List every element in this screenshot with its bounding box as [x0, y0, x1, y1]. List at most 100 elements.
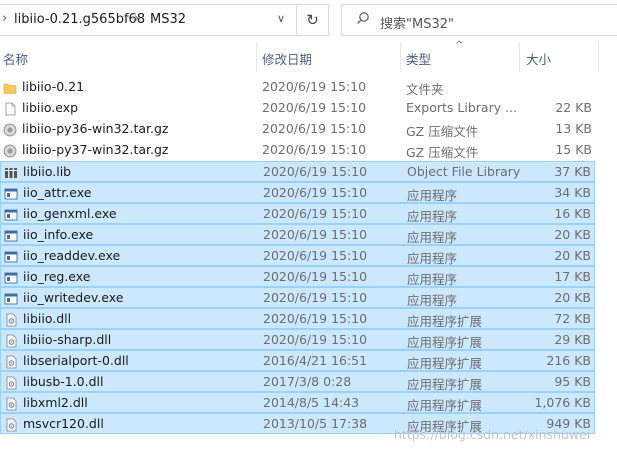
file-row[interactable]: iio_writedev.exe 2020/6/19 15:10 应用程序 20 KB	[0, 287, 595, 308]
file-date: 2020/6/19 15:10	[263, 164, 368, 179]
exe-icon	[4, 291, 18, 305]
file-name: iio_attr.exe	[23, 185, 92, 200]
file-name: libiio.lib	[23, 164, 72, 179]
column-header-size[interactable]: 大小	[526, 49, 551, 68]
chevron-right-icon[interactable]: ›	[134, 11, 139, 26]
column-header-name[interactable]: 名称	[3, 49, 28, 68]
file-row[interactable]: libiio-0.21 2020/6/19 15:10 文件夹	[0, 77, 595, 98]
file-type: 应用程序	[407, 188, 458, 203]
file-name: libiio-0.21	[22, 79, 85, 94]
file-date: 2016/4/21 16:51	[263, 353, 368, 368]
search-box[interactable]: 搜索"MS32"	[341, 4, 617, 36]
file-name: iio_reg.exe	[23, 269, 91, 284]
file-name: libiio-sharp.dll	[23, 332, 112, 347]
dll-icon	[4, 354, 18, 369]
file-row[interactable]: iio_genxml.exe 2020/6/19 15:10 应用程序 16 KB	[0, 203, 595, 224]
file-icon	[3, 101, 17, 116]
file-date: 2020/6/19 15:10	[263, 311, 368, 326]
file-date: 2020/6/19 15:10	[262, 100, 367, 115]
file-row[interactable]: iio_info.exe 2020/6/19 15:10 应用程序 20 KB	[0, 224, 595, 245]
file-row[interactable]: libiio.lib 2020/6/19 15:10 Object File Lib…	[0, 161, 595, 182]
file-size: 20 KB	[554, 248, 591, 263]
file-size: 95 KB	[554, 374, 591, 389]
column-divider[interactable]	[519, 42, 520, 72]
chevron-down-icon[interactable]: ∨	[277, 12, 285, 25]
file-type: GZ 压缩文件	[406, 124, 479, 139]
file-date: 2020/6/19 15:10	[263, 227, 368, 242]
file-date: 2020/6/19 15:10	[263, 185, 368, 200]
chevron-right-icon[interactable]: ›	[2, 11, 7, 26]
file-size: 13 KB	[555, 121, 592, 136]
search-icon	[356, 11, 370, 29]
file-name: iio_genxml.exe	[23, 206, 117, 221]
file-name: msvcr120.dll	[23, 416, 104, 431]
exe-icon	[4, 186, 18, 200]
file-type: Object File Library	[407, 164, 521, 179]
file-type: 应用程序扩展	[407, 377, 483, 392]
file-size: 1,076 KB	[534, 395, 591, 410]
file-size: 20 KB	[554, 290, 591, 305]
exe-icon	[4, 270, 18, 284]
file-type: 应用程序扩展	[407, 335, 483, 350]
search-input[interactable]: 搜索"MS32"	[380, 13, 454, 32]
refresh-icon: ↻	[306, 11, 319, 29]
dll-icon	[4, 312, 18, 327]
file-type: 应用程序扩展	[407, 356, 483, 371]
watermark: https://blog.csdn.net/xinshuwei	[394, 427, 591, 442]
file-type: 文件夹	[406, 82, 444, 97]
file-date: 2014/8/5 14:43	[263, 395, 360, 410]
file-type: 应用程序扩展	[407, 314, 483, 329]
address-bar[interactable]: › libiio-0.21.g565bf68 › MS32 ∨	[0, 4, 297, 36]
file-date: 2020/6/19 15:10	[263, 248, 368, 263]
column-header-type[interactable]: 类型	[406, 49, 431, 68]
file-date: 2020/6/19 15:10	[262, 121, 367, 136]
column-header-date[interactable]: 修改日期	[262, 49, 312, 68]
file-row[interactable]: libserialport-0.dll 2016/4/21 16:51 应用程序扩展…	[0, 350, 595, 371]
file-type: GZ 压缩文件	[406, 145, 479, 160]
file-name: libserialport-0.dll	[23, 353, 129, 368]
file-date: 2020/6/19 15:10	[263, 332, 368, 347]
file-date: 2020/6/19 15:10	[263, 206, 368, 221]
file-size: 37 KB	[554, 164, 591, 179]
file-name: libiio-py36-win32.tar.gz	[22, 121, 169, 136]
breadcrumb-segment[interactable]: MS32	[150, 12, 186, 27]
folder-icon	[3, 80, 17, 94]
column-header: 名称 修改日期 ^ 类型 大小	[0, 40, 617, 72]
file-size: 34 KB	[554, 185, 591, 200]
column-divider[interactable]	[598, 42, 599, 72]
file-size: 22 KB	[555, 100, 592, 115]
file-row[interactable]: iio_readdev.exe 2020/6/19 15:10 应用程序 20 KB	[0, 245, 595, 266]
file-row[interactable]: libiio.exp 2020/6/19 15:10 Exports Library…	[0, 98, 595, 119]
file-name: iio_readdev.exe	[23, 248, 121, 263]
file-row[interactable]: iio_attr.exe 2020/6/19 15:10 应用程序 34 KB	[0, 182, 595, 203]
refresh-button[interactable]: ↻	[297, 4, 329, 36]
file-row[interactable]: libusb-1.0.dll 2017/3/8 0:28 应用程序扩展 95 KB	[0, 371, 595, 392]
file-name: libiio.exp	[22, 100, 79, 115]
file-row[interactable]: libiio-py37-win32.tar.gz 2020/6/19 15:10 G…	[0, 140, 595, 161]
archive-icon	[3, 122, 17, 137]
breadcrumb-segment[interactable]: libiio-0.21.g565bf68	[14, 12, 145, 27]
file-row[interactable]: libxml2.dll 2014/8/5 14:43 应用程序扩展 1,076 KB	[0, 392, 595, 413]
column-divider[interactable]	[400, 42, 401, 72]
file-row[interactable]: libiio.dll 2020/6/19 15:10 应用程序扩展 72 KB	[0, 308, 595, 329]
file-row[interactable]: libiio-py36-win32.tar.gz 2020/6/19 15:10 G…	[0, 119, 595, 140]
file-size: 17 KB	[554, 269, 591, 284]
file-date: 2020/6/19 15:10	[262, 79, 367, 94]
file-type: 应用程序扩展	[407, 398, 483, 413]
library-icon	[4, 165, 18, 179]
file-row[interactable]: libiio-sharp.dll 2020/6/19 15:10 应用程序扩展 29 …	[0, 329, 595, 350]
file-name: libusb-1.0.dll	[23, 374, 104, 389]
file-size: 216 KB	[546, 353, 591, 368]
column-divider[interactable]	[256, 42, 257, 72]
file-size: 20 KB	[554, 227, 591, 242]
file-row[interactable]: iio_reg.exe 2020/6/19 15:10 应用程序 17 KB	[0, 266, 595, 287]
dll-icon	[4, 396, 18, 411]
sort-ascending-icon: ^	[455, 40, 464, 51]
file-type: 应用程序	[407, 293, 458, 308]
exe-icon	[4, 228, 18, 242]
dll-icon	[4, 375, 18, 390]
file-type: 应用程序	[407, 251, 458, 266]
file-date: 2020/6/19 15:10	[263, 290, 368, 305]
file-name: iio_writedev.exe	[23, 290, 124, 305]
file-type: 应用程序	[407, 272, 458, 287]
